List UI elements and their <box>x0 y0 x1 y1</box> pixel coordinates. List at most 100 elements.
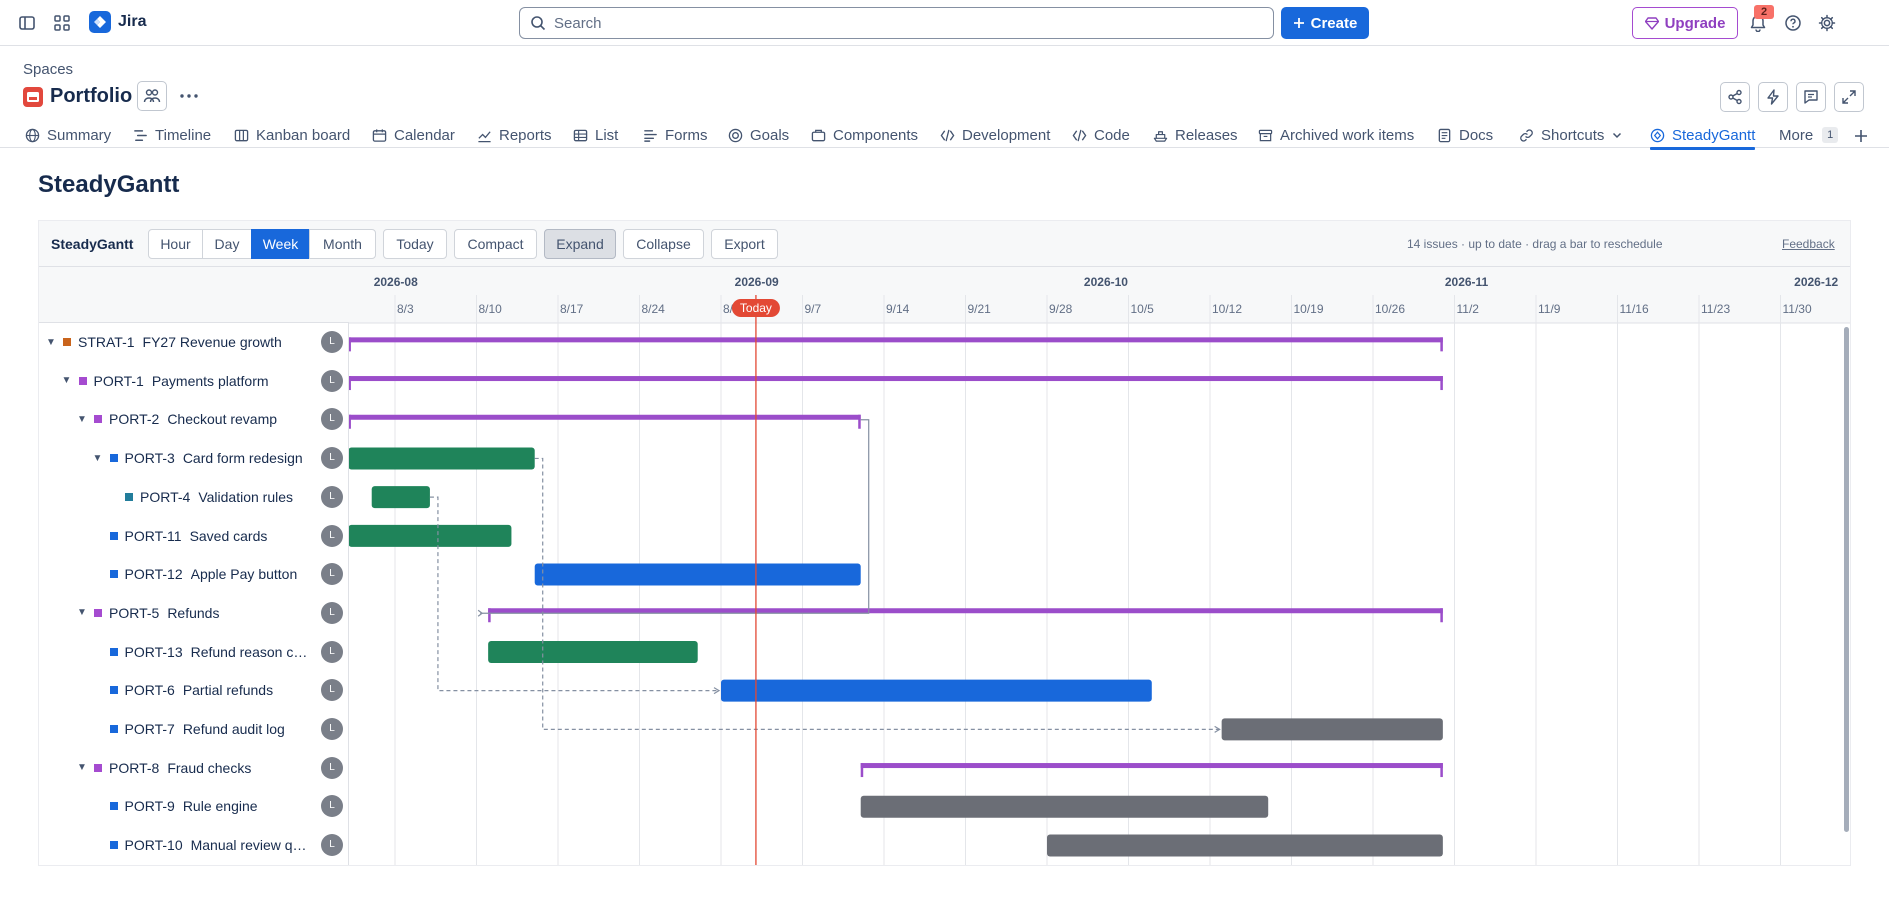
issue-row[interactable]: ▼ PORT-3 Card form redesign L <box>39 439 349 477</box>
issue-row[interactable]: ▼ PORT-5 Refunds L <box>39 594 349 632</box>
automation-lightning-icon[interactable] <box>1758 82 1788 112</box>
issue-key[interactable]: PORT-4 <box>140 489 190 505</box>
issue-row[interactable]: PORT-13 Refund reason codes L <box>39 633 349 671</box>
issue-row[interactable]: ▼ PORT-8 Fraud checks L <box>39 749 349 787</box>
create-button[interactable]: Create <box>1281 7 1369 39</box>
assignee-avatar[interactable]: L <box>321 679 343 702</box>
expand-caret-icon[interactable]: ▼ <box>76 762 88 773</box>
issue-key[interactable]: PORT-8 <box>109 760 159 776</box>
tab-development[interactable]: Development <box>940 122 1050 148</box>
tab-summary[interactable]: Summary <box>25 122 111 148</box>
issue-key[interactable]: PORT-5 <box>109 605 159 621</box>
issue-row[interactable]: ▼ PORT-2 Checkout revamp L <box>39 400 349 438</box>
assignee-avatar[interactable]: L <box>321 331 343 353</box>
assignee-avatar[interactable]: L <box>321 834 343 857</box>
issue-key[interactable]: PORT-2 <box>109 411 159 427</box>
assignee-avatar[interactable]: L <box>321 795 343 818</box>
tab-timeline[interactable]: Timeline <box>133 122 211 148</box>
assignee-avatar[interactable]: L <box>321 524 343 547</box>
tab-code[interactable]: Code <box>1072 122 1130 148</box>
issue-row[interactable]: ▼ PORT-1 Payments platform L <box>39 362 349 400</box>
assignee-avatar[interactable]: L <box>321 447 343 470</box>
tab-steadygantt[interactable]: SteadyGantt <box>1650 122 1756 150</box>
issue-key[interactable]: PORT-6 <box>125 682 175 698</box>
expand-caret-icon[interactable]: ▼ <box>45 337 57 348</box>
assignee-avatar[interactable]: L <box>321 601 343 624</box>
tab-releases[interactable]: Releases <box>1153 122 1238 148</box>
more-count-badge: 1 <box>1822 127 1839 143</box>
team-icon[interactable] <box>137 81 167 111</box>
settings-gear-icon[interactable] <box>1816 12 1838 34</box>
tab-components[interactable]: Components <box>811 122 918 148</box>
scale-month-button[interactable]: Month <box>309 229 376 259</box>
assignee-avatar[interactable]: L <box>321 718 343 740</box>
archive-icon <box>1258 129 1273 141</box>
project-title[interactable]: Portfolio <box>50 85 132 108</box>
assignee-avatar[interactable]: L <box>321 485 343 508</box>
sidebar-toggle-icon[interactable] <box>16 12 38 34</box>
issue-key[interactable]: PORT-11 <box>125 528 182 544</box>
issue-row[interactable]: PORT-11 Saved cards L <box>39 517 349 555</box>
issue-key[interactable]: PORT-12 <box>125 566 183 582</box>
add-tab-plus-icon[interactable] <box>1853 123 1869 149</box>
app-name[interactable]: Jira <box>118 13 146 31</box>
expand-button[interactable]: Expand <box>544 229 616 259</box>
today-button[interactable]: Today <box>383 229 447 259</box>
issue-key[interactable]: STRAT-1 <box>78 334 135 350</box>
issue-row[interactable]: PORT-12 Apple Pay button L <box>39 555 349 593</box>
summary-bar <box>349 376 1443 382</box>
timeline-canvas[interactable]: 8/38/108/178/248/319/79/149/219/2810/510… <box>349 267 1851 866</box>
issue-key[interactable]: PORT-13 <box>125 644 183 660</box>
expand-caret-icon[interactable]: ▼ <box>61 375 73 386</box>
more-options-icon[interactable] <box>174 81 204 111</box>
issue-key[interactable]: PORT-1 <box>94 373 144 389</box>
scale-hour-button[interactable]: Hour <box>148 229 203 259</box>
expand-caret-icon[interactable]: ▼ <box>76 414 88 425</box>
issue-key[interactable]: PORT-3 <box>125 450 175 466</box>
breadcrumb[interactable]: Spaces <box>23 61 73 78</box>
search-input[interactable] <box>554 14 1234 32</box>
issue-row[interactable]: PORT-10 Manual review queue L <box>39 826 349 864</box>
assignee-avatar[interactable]: L <box>321 408 343 431</box>
assignee-avatar[interactable]: L <box>321 756 343 779</box>
scale-day-button[interactable]: Day <box>202 229 252 259</box>
expand-caret-icon[interactable]: ▼ <box>76 607 88 618</box>
issue-key[interactable]: PORT-10 <box>125 837 183 853</box>
issue-type-icon <box>109 802 118 811</box>
help-icon[interactable] <box>1782 12 1804 34</box>
tab-kanban-board[interactable]: Kanban board <box>234 122 350 148</box>
tab-docs[interactable]: Docs <box>1437 122 1493 148</box>
tab-forms[interactable]: Forms <box>643 122 708 148</box>
tab-shortcuts[interactable]: Shortcuts <box>1519 122 1623 148</box>
issue-row[interactable]: ▼ STRAT-1 FY27 Revenue growth L <box>39 323 349 361</box>
app-switcher-icon[interactable] <box>51 12 73 34</box>
export-button[interactable]: Export <box>711 229 778 259</box>
feedback-message-icon[interactable] <box>1796 82 1826 112</box>
jira-logo-icon[interactable] <box>89 11 111 33</box>
assignee-avatar[interactable]: L <box>321 563 343 586</box>
issue-row[interactable]: PORT-6 Partial refunds L <box>39 671 349 709</box>
share-icon[interactable] <box>1720 82 1750 112</box>
assignee-avatar[interactable]: L <box>321 369 343 392</box>
issue-type-icon <box>78 376 87 385</box>
expand-caret-icon[interactable]: ▼ <box>92 453 104 464</box>
feedback-link[interactable]: Feedback <box>1782 237 1835 251</box>
tab-more[interactable]: More 1 <box>1779 122 1839 148</box>
tab-archived-work-items[interactable]: Archived work items <box>1258 122 1414 148</box>
fullscreen-expand-icon[interactable] <box>1834 82 1864 112</box>
issue-key[interactable]: PORT-7 <box>125 721 175 737</box>
issue-row[interactable]: PORT-9 Rule engine L <box>39 787 349 825</box>
issue-row[interactable]: PORT-7 Refund audit log L <box>39 710 349 748</box>
collapse-button[interactable]: Collapse <box>623 229 704 259</box>
issue-row[interactable]: PORT-4 Validation rules L <box>39 478 349 516</box>
scale-week-button[interactable]: Week <box>251 229 310 259</box>
upgrade-button[interactable]: Upgrade <box>1632 7 1738 39</box>
search-box[interactable] <box>519 7 1274 39</box>
issue-key[interactable]: PORT-9 <box>125 798 175 814</box>
tab-goals[interactable]: Goals <box>728 122 789 148</box>
tab-calendar[interactable]: Calendar <box>372 122 455 148</box>
compact-button[interactable]: Compact <box>454 229 537 259</box>
assignee-avatar[interactable]: L <box>321 640 343 663</box>
tab-list[interactable]: List <box>573 122 618 148</box>
tab-reports[interactable]: Reports <box>477 122 552 148</box>
